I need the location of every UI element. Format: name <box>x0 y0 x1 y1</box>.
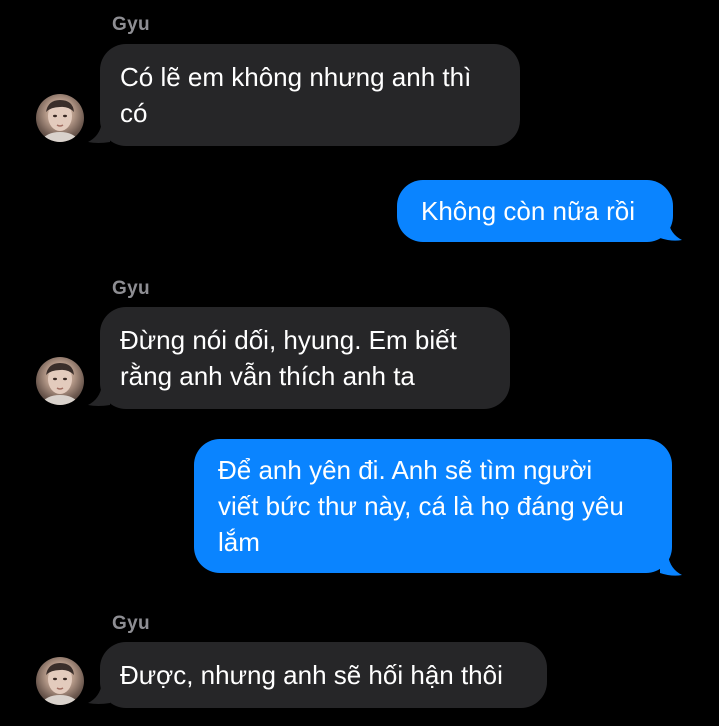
message-text: Không còn nữa rồi <box>421 196 635 226</box>
message-text: Đừng nói dối, hyung. Em biết rằng anh vẫ… <box>120 325 457 391</box>
bubble-tail-icon <box>88 122 110 143</box>
sender-name: Gyu <box>112 14 150 35</box>
message-bubble-incoming[interactable]: Được, nhưng anh sẽ hối hận thôi <box>100 642 547 708</box>
message-text: Có lẽ em không nhưng anh thì có <box>120 62 472 128</box>
bubble-tail-icon <box>660 555 682 576</box>
contact-avatar[interactable] <box>36 94 84 142</box>
message-bubble-outgoing[interactable]: Để anh yên đi. Anh sẽ tìm người viết bức… <box>194 439 672 573</box>
message-bubble-incoming[interactable]: Có lẽ em không nhưng anh thì có <box>100 44 520 146</box>
bubble-tail-icon <box>88 683 110 704</box>
message-text: Được, nhưng anh sẽ hối hận thôi <box>120 660 503 690</box>
message-bubble-incoming[interactable]: Đừng nói dối, hyung. Em biết rằng anh vẫ… <box>100 307 510 409</box>
contact-avatar[interactable] <box>36 657 84 705</box>
message-bubble-outgoing[interactable]: Không còn nữa rồi <box>397 180 673 242</box>
avatar-photo-icon <box>40 363 80 405</box>
avatar-photo-icon <box>40 100 80 142</box>
sender-name: Gyu <box>112 278 150 299</box>
sender-name: Gyu <box>112 613 150 634</box>
bubble-tail-icon <box>88 385 110 406</box>
message-text: Để anh yên đi. Anh sẽ tìm người viết bức… <box>218 455 624 557</box>
contact-avatar[interactable] <box>36 357 84 405</box>
message-thread: Gyu Có lẽ em không nhưng anh thì có Khôn… <box>0 0 719 726</box>
avatar-photo-icon <box>40 663 80 705</box>
bubble-tail-icon <box>660 220 682 241</box>
